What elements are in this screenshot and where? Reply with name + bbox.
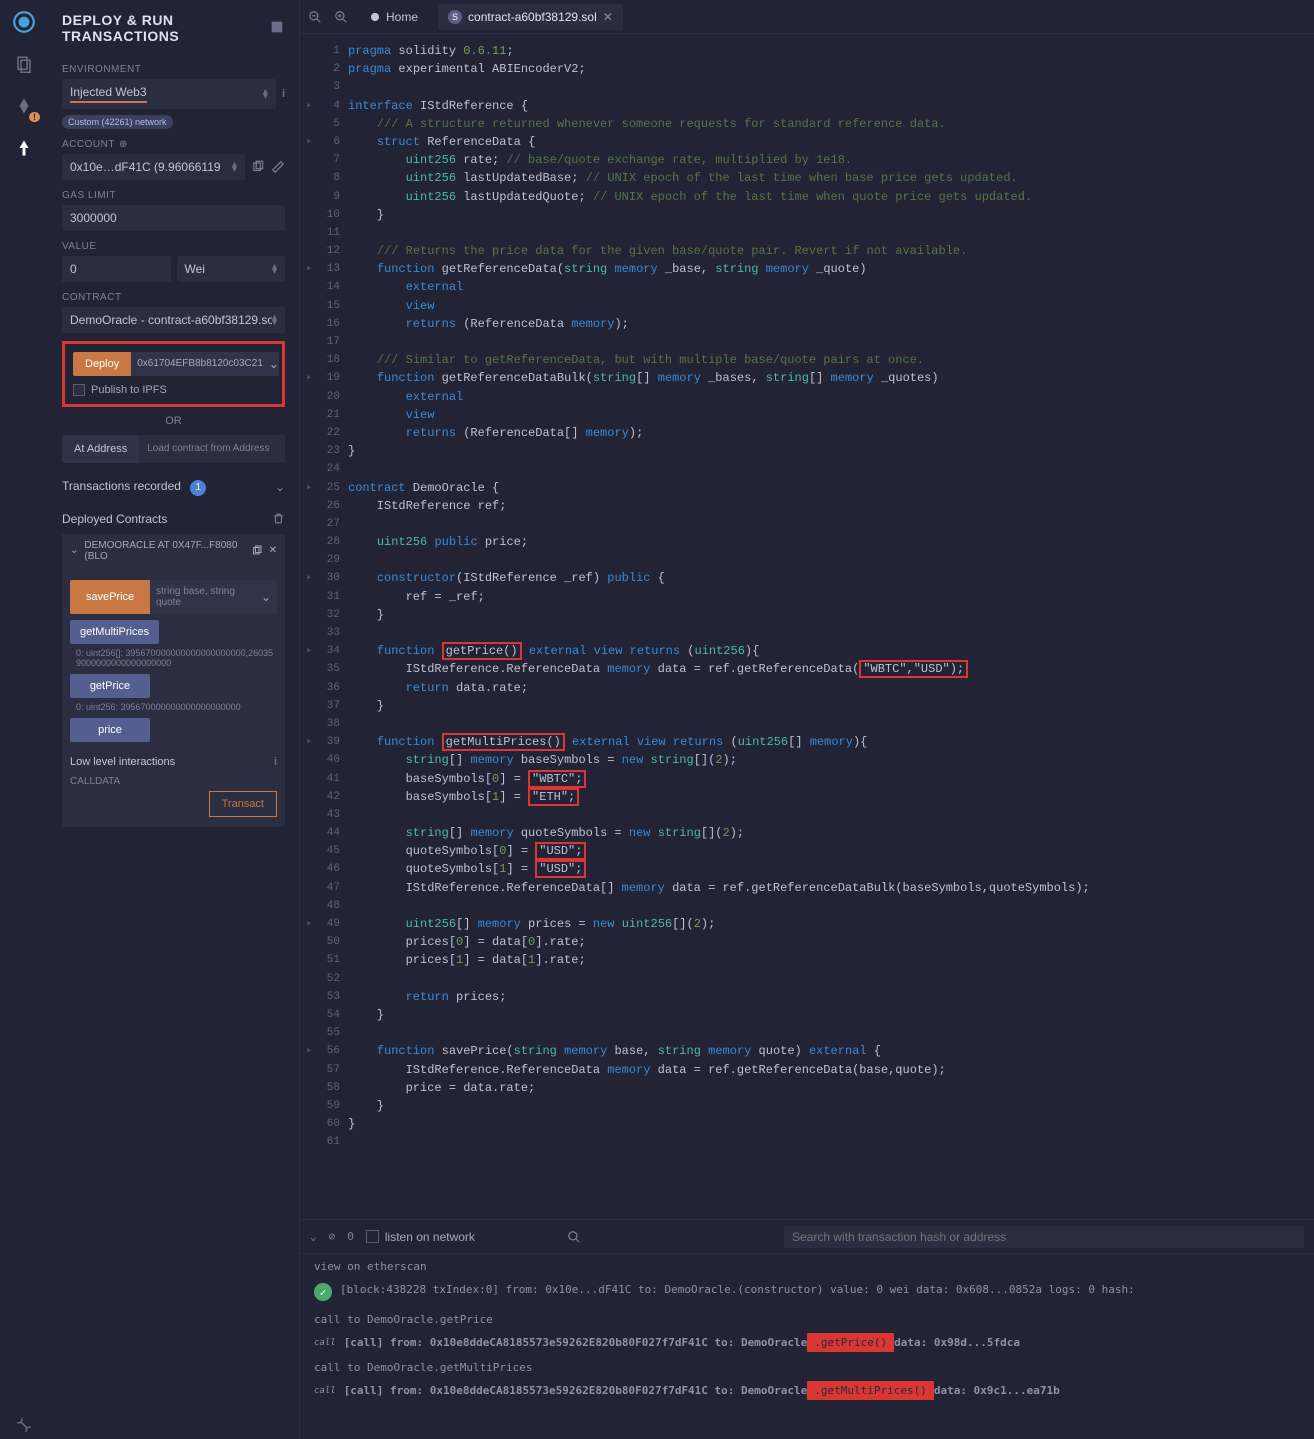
tx-detail: [call] from: 0x10e8ddeCA8185573e59262E82… <box>344 1384 1060 1397</box>
term-line: call to DemoOracle.getPrice <box>314 1313 1300 1326</box>
chevron-updown-icon: ▴▾ <box>263 89 268 99</box>
deployed-title: Deployed Contracts <box>62 512 167 526</box>
editor-area: Home S contract-a60bf38129.sol ✕ 123▸45▸… <box>300 0 1314 1439</box>
getmultiprices-button[interactable]: getMultiPrices <box>70 620 159 644</box>
calldata-label: CALLDATA <box>70 776 277 787</box>
gas-label: GAS LIMIT <box>62 190 285 201</box>
deploy-expand-icon[interactable]: ⌄ <box>269 352 279 376</box>
plugin-manager-icon[interactable] <box>10 1411 38 1439</box>
term-line: call to DemoOracle.getMultiPrices <box>314 1361 1300 1374</box>
contract-select[interactable]: DemoOracle - contract-a60bf38129.sol ▴▾ <box>62 307 285 333</box>
getprice-button[interactable]: getPrice <box>70 674 150 698</box>
compiler-icon[interactable]: ! <box>10 92 38 120</box>
env-label: ENVIRONMENT <box>62 64 285 75</box>
zoom-out-icon[interactable] <box>308 10 322 24</box>
chevron-down-icon[interactable]: ⌄ <box>70 545 78 556</box>
terminal: ⌄ ⊘ 0 listen on network view on ethersca… <box>300 1219 1314 1439</box>
deploy-address-input[interactable]: 0x61704EFB8b8120c03C21 <box>131 352 269 376</box>
price-button[interactable]: price <box>70 718 150 742</box>
call-chip: call <box>314 1384 336 1396</box>
chevron-updown-icon: ▴▾ <box>272 264 277 274</box>
transact-button[interactable]: Transact <box>209 791 277 817</box>
terminal-search-input[interactable] <box>792 1230 1296 1244</box>
chevron-down-icon[interactable]: ⌄ <box>275 480 285 494</box>
deployed-name: DEMOORACLE AT 0X47F...F8080 (BLO <box>84 540 244 562</box>
deploy-icon[interactable] <box>10 134 38 162</box>
chevron-updown-icon: ▴▾ <box>272 315 277 325</box>
pending-count: 0 <box>347 1230 354 1243</box>
deploy-panel: DEPLOY & RUN TRANSACTIONS ENVIRONMENT In… <box>48 0 300 1439</box>
edit-icon[interactable] <box>271 160 285 174</box>
account-label: ACCOUNT ⊕ <box>62 139 285 150</box>
tx-detail: [call] from: 0x10e8ddeCA8185573e59262E82… <box>344 1336 1020 1349</box>
expand-icon[interactable]: ⌄ <box>255 580 277 614</box>
close-tab-icon[interactable]: ✕ <box>603 10 613 24</box>
account-select[interactable]: 0x10e…dF41C (9.96066119 ▴▾ <box>62 154 245 180</box>
copy-icon[interactable] <box>251 545 263 557</box>
solidity-icon: S <box>448 10 462 24</box>
chevron-updown-icon: ▴▾ <box>232 162 237 172</box>
value-unit-select[interactable]: Wei ▴▾ <box>177 256 286 282</box>
tx-count-badge: 1 <box>190 480 206 496</box>
code-editor[interactable]: 123▸45▸6789101112▸131415161718▸192021222… <box>300 34 1314 1219</box>
network-chip: Custom (42261) network <box>62 115 173 129</box>
tab-file-active[interactable]: S contract-a60bf38129.sol ✕ <box>438 4 623 30</box>
copy-icon[interactable] <box>251 160 265 174</box>
env-select[interactable]: Injected Web3 ▴▾ <box>62 79 276 109</box>
at-address-button[interactable]: At Address <box>62 435 139 463</box>
collapse-icon[interactable]: ⌄ <box>310 1230 317 1243</box>
publish-checkbox[interactable] <box>73 384 85 396</box>
gas-input[interactable]: 3000000 <box>62 205 285 231</box>
tx-recorded-label: Transactions recorded <box>62 479 181 493</box>
lowlevel-title: Low level interactions <box>70 756 175 768</box>
saveprice-input[interactable]: string base, string quote <box>150 580 255 614</box>
calldata-input[interactable] <box>70 791 203 817</box>
remix-logo-icon[interactable] <box>10 8 38 36</box>
saveprice-button[interactable]: savePrice <box>70 580 150 614</box>
clear-icon[interactable]: ⊘ <box>329 1230 336 1243</box>
search-icon[interactable] <box>567 1230 581 1244</box>
tabs-bar: Home S contract-a60bf38129.sol ✕ <box>300 0 1314 34</box>
trash-icon[interactable] <box>272 512 285 525</box>
tab-home[interactable]: Home <box>360 6 426 28</box>
term-line: view on etherscan <box>314 1260 1300 1273</box>
getmulti-result: 0: uint256[]: 395670000000000000000000,2… <box>76 648 277 668</box>
getprice-result: 0: uint256: 395670000000000000000000 <box>76 702 277 712</box>
contract-label: CONTRACT <box>62 292 285 303</box>
success-icon: ✓ <box>314 1283 332 1301</box>
panel-menu-icon[interactable] <box>269 19 285 37</box>
icon-sidebar: ! <box>0 0 48 1439</box>
value-input[interactable]: 0 <box>62 256 171 282</box>
deploy-highlight-box: Deploy 0x61704EFB8b8120c03C21 ⌄ Publish … <box>62 341 285 407</box>
or-text: OR <box>62 415 285 427</box>
tx-detail: [block:438228 txIndex:0] from: 0x10e...d… <box>340 1283 1135 1296</box>
publish-label: Publish to IPFS <box>91 384 167 396</box>
deploy-button[interactable]: Deploy <box>73 352 131 376</box>
listen-checkbox[interactable] <box>366 1230 379 1243</box>
deployed-contract: ⌄ DEMOORACLE AT 0X47F...F8080 (BLO ✕ sav… <box>62 534 285 827</box>
zoom-in-icon[interactable] <box>334 10 348 24</box>
value-label: VALUE <box>62 241 285 252</box>
add-account-icon[interactable]: ⊕ <box>119 139 128 150</box>
call-chip: call <box>314 1336 336 1348</box>
info-icon[interactable]: i <box>282 88 285 100</box>
file-explorer-icon[interactable] <box>10 50 38 78</box>
info-icon[interactable]: i <box>274 756 277 768</box>
panel-title: DEPLOY & RUN TRANSACTIONS <box>62 12 269 44</box>
at-address-input[interactable]: Load contract from Address <box>139 435 285 463</box>
compiler-badge: ! <box>29 112 40 122</box>
home-icon <box>368 10 382 24</box>
listen-label: listen on network <box>385 1230 475 1244</box>
close-icon[interactable]: ✕ <box>269 545 277 556</box>
